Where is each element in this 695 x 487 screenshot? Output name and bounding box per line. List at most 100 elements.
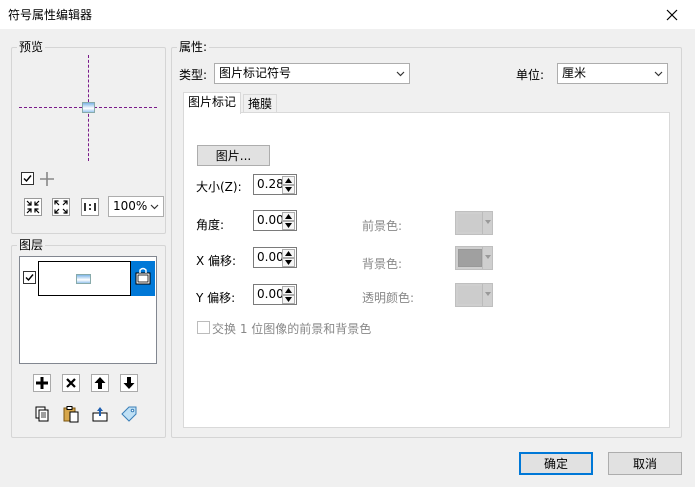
tab-mask[interactable]: 掩膜 [243,94,278,114]
copy-layer-button[interactable] [32,404,52,424]
paste-icon [63,406,79,423]
swap-colors-label: 交换 1 位图像的前景和背景色 [212,322,372,336]
angle-spinner[interactable]: 0.00 [253,210,297,231]
x-offset-increment[interactable] [282,249,295,258]
chevron-down-icon [396,71,405,77]
background-color-swatch [458,249,482,267]
angle-decrement[interactable] [282,221,295,230]
unit-label: 单位: [516,68,545,82]
zoom-value: 100% [113,199,148,213]
angle-increment[interactable] [282,212,295,221]
copy-icon [35,406,49,422]
zoom-in-icon [24,198,42,216]
picture-button[interactable]: 图片... [197,145,270,166]
x-offset-decrement[interactable] [282,258,295,267]
ok-button[interactable]: 确定 [519,452,593,475]
zoom-out-button[interactable] [51,197,71,217]
y-offset-increment[interactable] [282,286,295,295]
transparent-color-label: 透明颜色: [362,291,415,305]
swap-colors-checkbox[interactable] [197,321,210,334]
checkmark-icon [23,175,32,183]
spin-up-icon [285,288,292,293]
tab-picture-marker[interactable]: 图片标记 [183,92,242,114]
delete-layer-button[interactable] [61,373,81,393]
tag-icon [121,406,137,422]
move-down-icon [120,374,138,392]
chevron-down-icon [150,204,159,210]
move-up-button[interactable] [90,373,110,393]
delete-layer-icon [62,374,80,392]
y-offset-value: 0.00 [257,287,284,301]
window-title: 符号属性编辑器 [8,8,93,22]
tag-layer-button[interactable] [119,404,139,424]
export-layer-button[interactable] [90,404,110,424]
preview-group-label: 预览 [17,40,46,54]
background-color-dropdown[interactable] [482,247,492,269]
background-color-label: 背景色: [362,257,403,271]
zoom-out-icon [52,198,70,216]
spin-down-icon [285,223,292,228]
spin-down-icon [285,260,292,265]
layer-visible-checkbox[interactable] [23,271,36,284]
preview-grid-checkbox[interactable] [21,172,34,185]
preview-symbol-image [82,102,95,113]
close-icon [666,9,678,21]
layer-list[interactable] [19,256,157,364]
foreground-color-swatch [458,214,482,232]
foreground-color-picker[interactable] [455,211,493,235]
type-select[interactable]: 图片标记符号 [214,63,410,84]
add-layer-button[interactable] [32,373,52,393]
size-value: 0.28 [257,177,284,191]
x-offset-spinner[interactable]: 0.00 [253,247,297,268]
zoom-in-button[interactable] [23,197,43,217]
lock-icon [135,267,151,285]
add-layer-icon [33,374,51,392]
layer-lock-cell[interactable] [131,261,155,296]
unit-select[interactable]: 厘米 [557,63,668,84]
size-label: 大小(Z): [196,180,242,194]
x-offset-value: 0.00 [257,250,284,264]
move-up-icon [91,374,109,392]
angle-label: 角度: [196,218,225,232]
x-offset-label: X 偏移: [196,254,237,268]
layers-group-label: 图层 [17,238,46,252]
spin-down-icon [285,187,292,192]
chevron-down-icon [654,71,663,77]
angle-value: 0.00 [257,213,284,227]
actual-size-button[interactable] [80,197,100,217]
y-offset-label: Y 偏移: [196,291,236,305]
size-decrement[interactable] [282,185,295,194]
foreground-color-label: 前景色: [362,219,403,233]
export-icon [92,407,108,422]
y-offset-decrement[interactable] [282,295,295,304]
spin-down-icon [285,297,292,302]
layer-item[interactable] [38,261,131,296]
background-color-picker[interactable] [455,246,493,270]
chevron-down-icon [485,255,491,259]
transparent-color-dropdown[interactable] [482,284,492,306]
cancel-button[interactable]: 取消 [608,452,682,475]
add-icon [40,172,54,186]
transparent-color-picker[interactable] [455,283,493,307]
checkmark-icon [25,274,34,282]
size-spinner[interactable]: 0.28 [253,174,297,195]
spin-up-icon [285,214,292,219]
actual-size-icon [81,198,99,216]
transparent-color-swatch [458,286,482,304]
size-increment[interactable] [282,176,295,185]
close-button[interactable] [649,0,695,30]
move-down-button[interactable] [119,373,139,393]
unit-value: 厘米 [562,66,587,80]
layer-thumbnail [76,274,91,284]
add-point-button[interactable] [37,169,57,189]
chevron-down-icon [485,220,491,224]
y-offset-spinner[interactable]: 0.00 [253,284,297,305]
type-label: 类型: [179,68,208,82]
type-value: 图片标记符号 [219,66,292,80]
zoom-select[interactable]: 100% [108,196,164,217]
spin-up-icon [285,178,292,183]
paste-layer-button[interactable] [61,404,81,424]
spin-up-icon [285,251,292,256]
properties-group-label: 属性: [177,40,210,54]
foreground-color-dropdown[interactable] [482,212,492,234]
